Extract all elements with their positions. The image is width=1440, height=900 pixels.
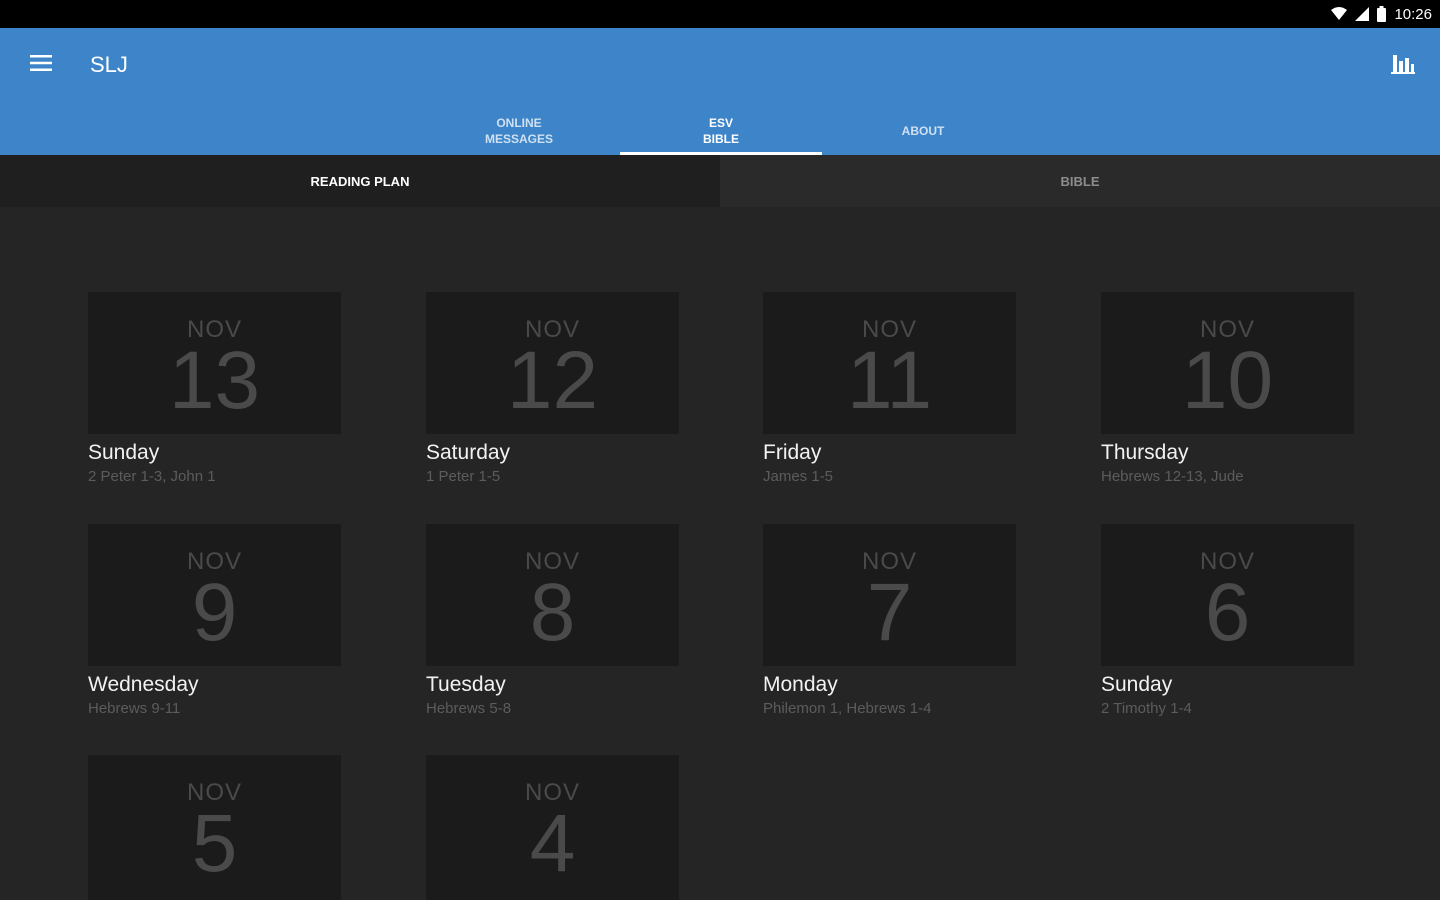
hamburger-menu-icon xyxy=(30,54,52,77)
wifi-icon xyxy=(1331,7,1348,21)
subtab-label: BIBLE xyxy=(1060,173,1100,189)
tab-online-messages[interactable]: ONLINE MESSAGES xyxy=(418,106,620,155)
day-number: 4 xyxy=(529,798,576,889)
reading-passage: Philemon 1, Hebrews 1-4 xyxy=(763,700,932,717)
date-box: NOV 7 xyxy=(763,524,1016,666)
day-card[interactable]: NOV 11 Friday James 1-5 xyxy=(763,292,1016,488)
day-number: 5 xyxy=(191,798,238,889)
date-box: NOV 11 xyxy=(763,292,1016,434)
day-number: 6 xyxy=(1204,567,1251,658)
day-card[interactable]: NOV 12 Saturday 1 Peter 1-5 xyxy=(426,292,679,488)
day-card[interactable]: NOV 4 xyxy=(426,755,679,900)
tab-label: ESV BIBLE xyxy=(703,115,739,146)
menu-button[interactable] xyxy=(22,46,60,84)
date-box: NOV 4 xyxy=(426,755,679,900)
day-number: 10 xyxy=(1181,335,1274,426)
status-time: 10:26 xyxy=(1394,5,1432,23)
day-card[interactable]: NOV 6 Sunday 2 Timothy 1-4 xyxy=(1101,524,1354,720)
day-card[interactable]: NOV 10 Thursday Hebrews 12-13, Jude xyxy=(1101,292,1354,488)
day-card[interactable]: NOV 7 Monday Philemon 1, Hebrews 1-4 xyxy=(763,524,1016,720)
signal-icon xyxy=(1355,7,1370,21)
main-tabs: ONLINE MESSAGES ESV BIBLE ABOUT xyxy=(418,106,1024,155)
date-box: NOV 6 xyxy=(1101,524,1354,666)
tab-about[interactable]: ABOUT xyxy=(822,106,1024,155)
reading-passage: 2 Timothy 1-4 xyxy=(1101,700,1192,717)
weekday-label: Wednesday xyxy=(88,673,199,696)
day-card[interactable]: NOV 5 xyxy=(88,755,341,900)
date-box: NOV 8 xyxy=(426,524,679,666)
day-number: 11 xyxy=(846,335,933,426)
day-number: 13 xyxy=(168,335,261,426)
tab-label: ONLINE MESSAGES xyxy=(484,115,553,146)
date-box: NOV 12 xyxy=(426,292,679,434)
day-card[interactable]: NOV 9 Wednesday Hebrews 9-11 xyxy=(88,524,341,720)
subtab-reading-plan[interactable]: READING PLAN xyxy=(0,155,720,207)
app-bar: SLJ ONLINE MESSAGES ESV BIBLE ABOUT xyxy=(0,28,1440,155)
day-number: 8 xyxy=(529,567,576,658)
status-bar: 10:26 xyxy=(0,0,1440,28)
day-number: 7 xyxy=(866,567,913,658)
reading-passage: 2 Peter 1-3, John 1 xyxy=(88,468,216,485)
stats-button[interactable] xyxy=(1386,48,1420,82)
reading-passage: Hebrews 5-8 xyxy=(426,700,512,717)
day-card[interactable]: NOV 13 Sunday 2 Peter 1-3, John 1 xyxy=(88,292,341,488)
weekday-label: Thursday xyxy=(1101,441,1189,464)
weekday-label: Friday xyxy=(763,441,822,464)
day-card[interactable]: NOV 8 Tuesday Hebrews 5-8 xyxy=(426,524,679,720)
day-number: 9 xyxy=(191,567,238,658)
subtab-bible[interactable]: BIBLE xyxy=(720,155,1440,207)
weekday-label: Monday xyxy=(763,673,838,696)
date-box: NOV 10 xyxy=(1101,292,1354,434)
subtab-label: READING PLAN xyxy=(310,173,410,189)
reading-passage: James 1-5 xyxy=(763,468,834,485)
tab-label: ABOUT xyxy=(901,123,945,138)
weekday-label: Saturday xyxy=(426,441,511,464)
reading-passage: 1 Peter 1-5 xyxy=(426,468,501,485)
tab-esv-bible[interactable]: ESV BIBLE xyxy=(620,106,822,155)
weekday-label: Sunday xyxy=(1101,673,1173,696)
weekday-label: Tuesday xyxy=(426,673,506,696)
reading-passage: Hebrews 12-13, Jude xyxy=(1101,468,1244,485)
sub-tabs: READING PLAN BIBLE xyxy=(0,155,1440,207)
date-box: NOV 9 xyxy=(88,524,341,666)
battery-icon xyxy=(1377,6,1387,22)
date-box: NOV 13 xyxy=(88,292,341,434)
day-number: 12 xyxy=(506,335,599,426)
date-box: NOV 5 xyxy=(88,755,341,900)
app-title: SLJ xyxy=(90,52,128,77)
reading-passage: Hebrews 9-11 xyxy=(88,700,181,717)
bar-chart-icon xyxy=(1391,51,1415,80)
weekday-label: Sunday xyxy=(88,441,160,464)
